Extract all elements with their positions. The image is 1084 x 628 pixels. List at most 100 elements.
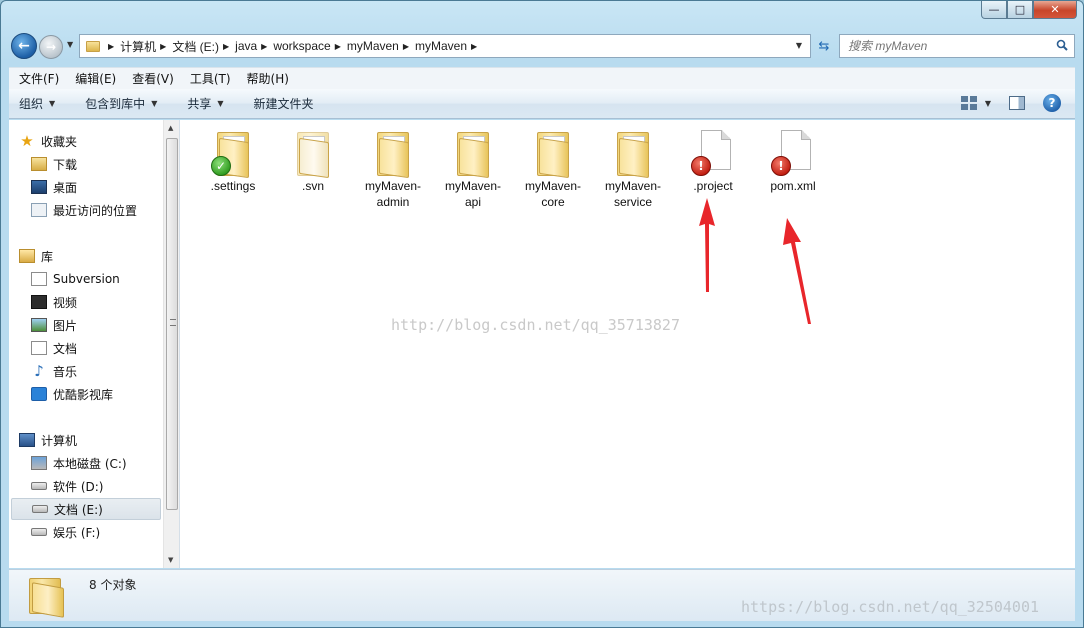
menu-edit[interactable]: 编辑(E) (67, 70, 124, 87)
nav-item-label: 本地磁盘 (C:) (53, 456, 127, 471)
nav-favorites[interactable]: ★ 收藏夹 (19, 130, 171, 152)
folder-icon (449, 128, 497, 179)
breadcrumb-drive-e[interactable]: 文档 (E:) (172, 38, 219, 55)
file-item-mymaven-api[interactable]: myMaven-api (433, 128, 513, 210)
file-name: myMaven-api (444, 179, 501, 209)
nav-item-drive-d[interactable]: 软件 (D:) (31, 475, 161, 497)
new-folder-button[interactable]: 新建文件夹 (254, 95, 314, 112)
nav-item-videos[interactable]: 视频 (31, 291, 161, 313)
nav-item-documents[interactable]: 文档 (31, 337, 161, 359)
refresh-button[interactable]: ⇆ (814, 34, 834, 58)
drive-icon (31, 528, 47, 536)
nav-item-downloads[interactable]: 下载 (31, 153, 161, 175)
organize-label: 组织 (19, 97, 44, 111)
maximize-button[interactable]: □ (1007, 1, 1033, 19)
scrollbar-thumb[interactable] (166, 138, 178, 510)
file-name: myMaven-admin (364, 179, 421, 209)
back-button[interactable]: ← (11, 33, 37, 59)
nav-item-pictures[interactable]: 图片 (31, 314, 161, 336)
chevron-right-icon[interactable]: ▶ (223, 42, 229, 51)
nav-item-drive-e[interactable]: 文档 (E:) (11, 498, 161, 520)
breadcrumb-mymaven[interactable]: myMaven (415, 39, 467, 53)
include-library-button[interactable]: 包含到库中 ▼ (85, 95, 157, 112)
document-icon: ! (689, 128, 737, 176)
file-item-mymaven-core[interactable]: myMaven-core (513, 128, 593, 210)
file-item-project[interactable]: ! .project (673, 128, 753, 194)
preview-pane-button[interactable] (1009, 96, 1025, 110)
menu-help[interactable]: 帮助(H) (239, 70, 297, 87)
organize-button[interactable]: 组织 ▼ (19, 95, 55, 112)
scroll-up-icon[interactable]: ▲ (168, 124, 173, 132)
nav-computer-label: 计算机 (41, 433, 78, 448)
nav-pane-scrollbar[interactable]: ▲ ▼ (163, 120, 179, 568)
folder-icon (609, 128, 657, 179)
minimize-button[interactable]: — (981, 1, 1007, 19)
menu-view[interactable]: 查看(V) (124, 70, 182, 87)
nav-item-desktop[interactable]: 桌面 (31, 176, 161, 198)
annotation-arrow-pom (783, 218, 811, 324)
change-view-button[interactable]: ▼ (960, 96, 991, 110)
file-name: myMaven-service (604, 179, 661, 209)
share-button[interactable]: 共享 ▼ (187, 95, 223, 112)
pane-splitter[interactable] (179, 120, 180, 568)
main-area: ★ 收藏夹 下载 桌面 最近访问的位置 库 Subversion 视频 图片 文… (9, 120, 1075, 568)
address-dropdown[interactable]: ▼ (796, 41, 802, 50)
system-drive-icon (31, 456, 47, 470)
document-icon: ! (769, 128, 817, 176)
chevron-right-icon[interactable]: ▶ (261, 42, 267, 51)
chevron-right-icon[interactable]: ▶ (108, 42, 114, 51)
nav-item-label: 音乐 (53, 364, 78, 379)
chevron-right-icon[interactable]: ▶ (160, 42, 166, 51)
search-box[interactable] (839, 34, 1075, 58)
nav-item-drive-f[interactable]: 娱乐 (F:) (31, 521, 161, 543)
chevron-down-icon: ▼ (151, 99, 158, 108)
item-count: 8 个对象 (89, 578, 137, 592)
desktop-icon (31, 180, 47, 194)
watermark-text: https://blog.csdn.net/qq_32504001 (741, 598, 1040, 616)
explorer-window: — □ ✕ ← → ▼ ▶ 计算机 ▶ 文档 (E:) ▶ java ▶ wor… (0, 0, 1084, 628)
downloads-folder-icon (31, 157, 47, 171)
nav-item-recent-places[interactable]: 最近访问的位置 (31, 199, 161, 221)
search-icon (1056, 39, 1068, 51)
nav-libraries-label: 库 (41, 249, 54, 264)
address-bar[interactable]: ▶ 计算机 ▶ 文档 (E:) ▶ java ▶ workspace ▶ myM… (79, 34, 811, 58)
svn-conflict-badge-icon: ! (691, 156, 711, 176)
nav-item-youku[interactable]: 优酷影视库 (31, 383, 161, 405)
search-input[interactable] (848, 39, 1048, 53)
file-item-svn[interactable]: .svn (273, 128, 353, 194)
nav-computer[interactable]: 计算机 (19, 429, 171, 451)
view-grid-icon (960, 96, 977, 110)
nav-item-label: 最近访问的位置 (53, 203, 138, 218)
include-library-label: 包含到库中 (85, 97, 146, 111)
nav-item-drive-c[interactable]: 本地磁盘 (C:) (31, 452, 161, 474)
video-icon (31, 295, 47, 309)
file-item-mymaven-service[interactable]: myMaven-service (593, 128, 673, 210)
file-item-pom-xml[interactable]: ! pom.xml (753, 128, 833, 194)
help-button[interactable]: ? (1043, 94, 1061, 112)
folder-icon (289, 128, 337, 179)
chevron-right-icon[interactable]: ▶ (471, 42, 477, 51)
nav-libraries[interactable]: 库 (19, 245, 171, 267)
chevron-down-icon: ▼ (49, 99, 56, 108)
breadcrumb-workspace[interactable]: workspace (273, 39, 330, 53)
breadcrumb-computer[interactable]: 计算机 (120, 38, 156, 55)
menu-file[interactable]: 文件(F) (11, 70, 67, 87)
refresh-icon: ⇆ (818, 38, 830, 54)
breadcrumb-java[interactable]: java (235, 39, 257, 53)
file-item-mymaven-admin[interactable]: myMaven-admin (353, 128, 433, 210)
forward-button[interactable]: → (39, 35, 63, 59)
breadcrumb-mymaven-parent[interactable]: myMaven (347, 39, 399, 53)
recent-pages-dropdown[interactable]: ▼ (67, 40, 73, 49)
drive-icon (31, 482, 47, 490)
chevron-right-icon[interactable]: ▶ (403, 42, 409, 51)
library-icon (19, 249, 35, 263)
nav-item-label: 文档 (53, 341, 78, 356)
scroll-down-icon[interactable]: ▼ (168, 556, 173, 564)
close-button[interactable]: ✕ (1033, 1, 1077, 19)
nav-item-subversion[interactable]: Subversion (31, 268, 161, 290)
nav-item-music[interactable]: ♪ 音乐 (31, 360, 161, 382)
address-row: ← → ▼ ▶ 计算机 ▶ 文档 (E:) ▶ java ▶ workspace… (9, 31, 1075, 61)
file-item-settings[interactable]: ✓ .settings (193, 128, 273, 194)
chevron-right-icon[interactable]: ▶ (335, 42, 341, 51)
menu-tools[interactable]: 工具(T) (182, 70, 239, 87)
